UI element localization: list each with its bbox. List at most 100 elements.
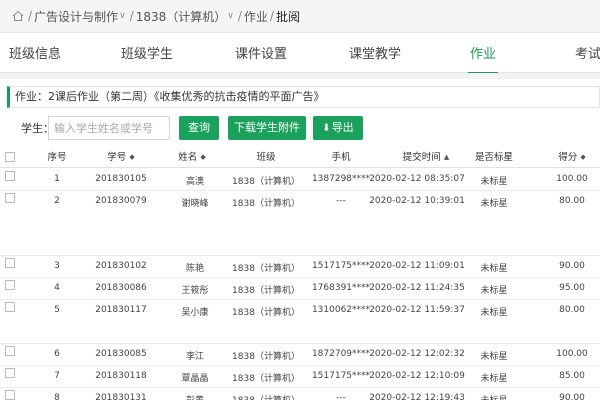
cell-time: 2020-02-12 10:39:01 (369, 196, 465, 206)
tab-class-info[interactable]: 班级信息 (9, 33, 61, 73)
table-row[interactable]: 1 201830105 高澳 1838（计算机） 1387298**** 2020-02-… (0, 169, 600, 191)
tab-classroom-teaching[interactable]: 课堂教学 (349, 33, 401, 73)
row-checkbox[interactable] (5, 280, 15, 290)
cell-name: 吴小康 (181, 308, 209, 318)
cell-time: 2020-02-12 11:59:37 (369, 305, 465, 315)
cell-time: 2020-02-12 11:09:01 (369, 261, 465, 271)
cell-id: 201830102 (95, 261, 147, 271)
cell-id: 201830117 (95, 305, 147, 315)
breadcrumb: / 广告设计与制作 ∨ / 1838（计算机） ∨ / 作业 / 批阅 (0, 0, 600, 33)
cell-time: 2020-02-12 12:19:43 (369, 393, 465, 400)
cell-class: 1838（计算机） (232, 264, 300, 274)
table-row[interactable]: 2 201830079 谢晓峰 1838（计算机） --- 2020-02-12 10:3… (0, 191, 600, 256)
query-button[interactable]: 查询 (179, 116, 219, 140)
tab-courseware-settings[interactable]: 课件设置 (235, 33, 287, 73)
tab-homework[interactable]: 作业 (467, 33, 499, 74)
column-header-id[interactable]: 学号 ◆ (107, 147, 134, 168)
column-header-score[interactable]: 得分 ◆ (558, 147, 585, 168)
row-checkbox[interactable] (5, 258, 15, 268)
breadcrumb-item-homework[interactable]: 作业 (244, 8, 268, 25)
column-header-name[interactable]: 姓名 ◆ (178, 147, 205, 168)
chevron-down-icon[interactable]: ∨ (119, 11, 126, 21)
row-checkbox[interactable] (5, 368, 15, 378)
sort-icon[interactable]: ◆ (200, 147, 205, 168)
tab-bar: 班级信息 班级学生 课件设置 课堂教学 作业 考试 (0, 33, 600, 74)
submission-table: 序号 学号 ◆ 姓名 ◆ 班级 手机 提交时间 ▲ 是否标星 得分 ◆ 1 2018301… (0, 147, 600, 400)
row-checkbox[interactable] (5, 346, 15, 356)
cell-time: 2020-02-12 12:02:32 (369, 349, 465, 359)
cell-name: 高澳 (185, 177, 205, 187)
sort-asc-icon[interactable]: ▲ (444, 147, 449, 168)
table-row[interactable]: 8 201830131 彭黄 1838（计算机） --- 2020-02-12 12:19… (0, 388, 600, 400)
cell-star: 未标星 (480, 374, 508, 384)
table-row[interactable]: 5 201830117 吴小康 1838（计算机） 1310062**** 2020-02… (0, 300, 600, 344)
breadcrumb-separator: / (28, 9, 33, 23)
cell-star: 未标星 (480, 308, 508, 318)
cell-score: 100.00 (556, 174, 588, 184)
cell-id: 201830131 (95, 393, 147, 400)
cell-name: 李江 (185, 352, 205, 362)
homework-title: 作业：2课后作业（第二周）《收集优秀的抗击疫情的平面广告》 (7, 86, 600, 108)
chevron-down-icon[interactable]: ∨ (227, 11, 234, 21)
cell-no: 7 (54, 371, 60, 381)
column-header-class: 班级 (256, 152, 276, 163)
cell-name: 谢晓峰 (181, 199, 209, 209)
export-button[interactable]: ⬇导出 (313, 116, 363, 140)
row-checkbox[interactable] (5, 390, 15, 400)
row-checkbox[interactable] (5, 302, 15, 312)
column-header-no: 序号 (47, 152, 67, 163)
divider (0, 73, 600, 79)
breadcrumb-current: 批阅 (275, 9, 300, 24)
tab-exam[interactable]: 考试 (575, 33, 600, 73)
column-header-phone: 手机 (331, 152, 351, 163)
row-checkbox[interactable] (5, 171, 15, 181)
cell-time: 2020-02-12 12:10:09 (369, 371, 465, 381)
breadcrumb-separator: / (269, 9, 274, 23)
cell-score: 80.00 (559, 196, 585, 206)
cell-class: 1838（计算机） (232, 308, 300, 318)
cell-id: 201830105 (95, 174, 147, 184)
breadcrumb-item-major[interactable]: 广告设计与制作 (34, 8, 118, 25)
cell-score: 80.00 (559, 305, 585, 315)
cell-name: 覃晶晶 (181, 374, 209, 384)
table-row[interactable]: 4 201830086 王筱彤 1838（计算机） 1768391**** 2020-02… (0, 278, 600, 300)
cell-phone: 1387298**** (311, 174, 371, 184)
sort-icon[interactable]: ◆ (580, 147, 585, 168)
cell-name: 王筱彤 (181, 286, 209, 296)
cell-no: 5 (54, 305, 60, 315)
select-all-checkbox[interactable] (5, 152, 15, 162)
download-attachments-button[interactable]: 下载学生附件 (228, 116, 306, 140)
cell-name: 彭黄 (186, 393, 204, 400)
breadcrumb-item-class[interactable]: 1838（计算机） (136, 8, 227, 25)
cell-star: 未标星 (480, 177, 508, 187)
row-checkbox[interactable] (5, 193, 15, 203)
search-bar: 学生： 查询 下载学生附件 ⬇导出 (0, 116, 600, 140)
search-input[interactable] (48, 116, 170, 140)
cell-star: 未标星 (480, 264, 508, 274)
cell-time: 2020-02-12 11:24:35 (369, 283, 465, 293)
cell-id: 201830086 (95, 283, 147, 293)
home-icon[interactable] (12, 10, 24, 22)
cell-no: 8 (54, 393, 60, 400)
cell-no: 2 (54, 196, 60, 206)
cell-class: 1838（计算机） (232, 393, 300, 400)
cell-no: 4 (54, 283, 60, 293)
tab-class-students[interactable]: 班级学生 (121, 33, 173, 73)
cell-star: 未标星 (480, 393, 507, 400)
table-row[interactable]: 7 201830118 覃晶晶 1838（计算机） 1517175**** 2020-02… (0, 366, 600, 388)
column-header-time[interactable]: 提交时间 ▲ (403, 147, 449, 168)
column-header-star: 是否标星 (474, 152, 514, 163)
cell-no: 6 (54, 349, 60, 359)
breadcrumb-separator: / (129, 9, 134, 23)
table-row[interactable]: 6 201830085 李江 1838（计算机） 1872709**** 2020-02-… (0, 344, 600, 366)
cell-phone: 1517175**** (311, 261, 371, 271)
export-button-label: 导出 (331, 121, 354, 134)
cell-score: 95.00 (559, 283, 585, 293)
sort-icon[interactable]: ◆ (129, 147, 134, 168)
cell-id: 201830079 (95, 196, 147, 206)
table-row[interactable]: 3 201830102 陈艳 1838（计算机） 1517175**** 2020-02-… (0, 256, 600, 278)
cell-phone: --- (336, 393, 346, 400)
cell-phone: 1310062**** (311, 305, 371, 315)
download-icon: ⬇ (322, 123, 331, 134)
cell-name: 陈艳 (185, 264, 205, 274)
